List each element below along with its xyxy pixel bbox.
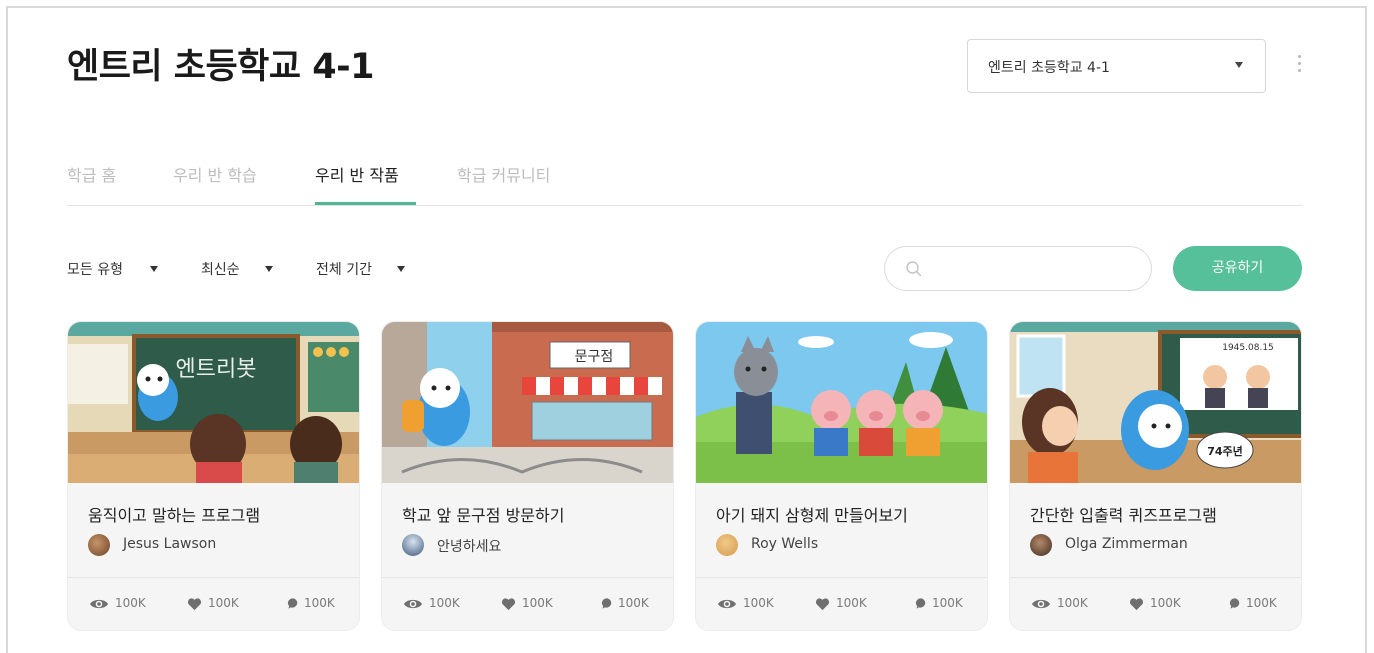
tab-bar: 학급 홈 우리 반 학습 우리 반 작품 학급 커뮤니티 — [67, 148, 1302, 206]
project-card[interactable]: 아기 돼지 삼형제 만들어보기 Roy Wells 100K 100K 100K — [695, 321, 988, 631]
avatar — [716, 534, 738, 556]
card-divider — [68, 577, 359, 578]
search-icon — [906, 261, 922, 277]
search-input[interactable] — [931, 257, 1131, 281]
search-box[interactable] — [884, 246, 1152, 291]
project-card[interactable]: 문구점 학교 앞 문구점 방문하기 안녕하세요 100K 100K 100K — [381, 321, 674, 631]
filter-type[interactable]: 모든 유형 — [67, 259, 123, 279]
tab-class-community[interactable]: 학급 커뮤니티 — [457, 162, 550, 186]
filter-period[interactable]: 전체 기간 — [316, 259, 372, 279]
thumb-text: 엔트리봇 — [176, 357, 257, 382]
more-options-icon[interactable] — [1292, 55, 1306, 79]
project-thumbnail[interactable]: 엔트리봇 — [68, 322, 359, 483]
author-name[interactable]: Olga Zimmerman — [1065, 536, 1188, 552]
thumb-text: 문구점 — [575, 349, 614, 365]
avatar — [88, 534, 110, 556]
project-thumbnail[interactable]: 1945.08.15 74주년 — [1010, 322, 1301, 483]
caret-down-icon[interactable] — [150, 266, 158, 272]
heart-icon[interactable] — [815, 597, 830, 611]
avatar — [402, 534, 424, 556]
active-tab-indicator — [315, 202, 416, 205]
caret-down-icon[interactable] — [265, 266, 273, 272]
eye-icon — [90, 599, 108, 609]
project-card[interactable]: 1945.08.15 74주년 간단한 입출력 퀴즈프로그램 Olga Zimm… — [1009, 321, 1302, 631]
class-select-dropdown[interactable]: 엔트리 초등학교 4-1 — [967, 39, 1266, 93]
author-name[interactable]: Roy Wells — [751, 536, 818, 552]
eye-icon — [1032, 599, 1050, 609]
project-thumbnail[interactable]: 문구점 — [382, 322, 673, 483]
heart-icon[interactable] — [187, 597, 202, 611]
comment-icon — [915, 598, 926, 609]
thumb-text: 74주년 — [1207, 444, 1243, 458]
chevron-down-icon — [1235, 62, 1243, 68]
share-button[interactable]: 공유하기 — [1173, 246, 1302, 291]
card-title[interactable]: 학교 앞 문구점 방문하기 — [402, 502, 564, 526]
heart-icon[interactable] — [501, 597, 516, 611]
author-name[interactable]: 안녕하세요 — [437, 536, 501, 556]
eye-icon — [404, 599, 422, 609]
card-title[interactable]: 간단한 입출력 퀴즈프로그램 — [1030, 502, 1217, 526]
class-select-value: 엔트리 초등학교 4-1 — [988, 60, 1110, 76]
eye-icon — [718, 599, 736, 609]
project-card[interactable]: 엔트리봇 움직이고 말하는 프로그램 Jesus Lawson 100K 100… — [67, 321, 360, 631]
author-name[interactable]: Jesus Lawson — [123, 536, 216, 552]
heart-icon[interactable] — [1129, 597, 1144, 611]
tab-class-home[interactable]: 학급 홈 — [67, 162, 116, 186]
tab-class-works[interactable]: 우리 반 작품 — [315, 162, 399, 186]
project-thumbnail[interactable] — [696, 322, 987, 483]
card-title[interactable]: 움직이고 말하는 프로그램 — [88, 502, 260, 526]
comment-icon — [287, 598, 298, 609]
caret-down-icon[interactable] — [397, 266, 405, 272]
card-divider — [1010, 577, 1301, 578]
card-divider — [382, 577, 673, 578]
thumb-date: 1945.08.15 — [1222, 343, 1274, 353]
page-title: 엔트리 초등학교 4-1 — [67, 47, 375, 87]
tab-class-learning[interactable]: 우리 반 학습 — [173, 162, 257, 186]
card-divider — [696, 577, 987, 578]
card-title[interactable]: 아기 돼지 삼형제 만들어보기 — [716, 502, 908, 526]
comment-icon — [601, 598, 612, 609]
avatar — [1030, 534, 1052, 556]
filter-sort[interactable]: 최신순 — [201, 259, 240, 279]
comment-icon — [1229, 598, 1240, 609]
